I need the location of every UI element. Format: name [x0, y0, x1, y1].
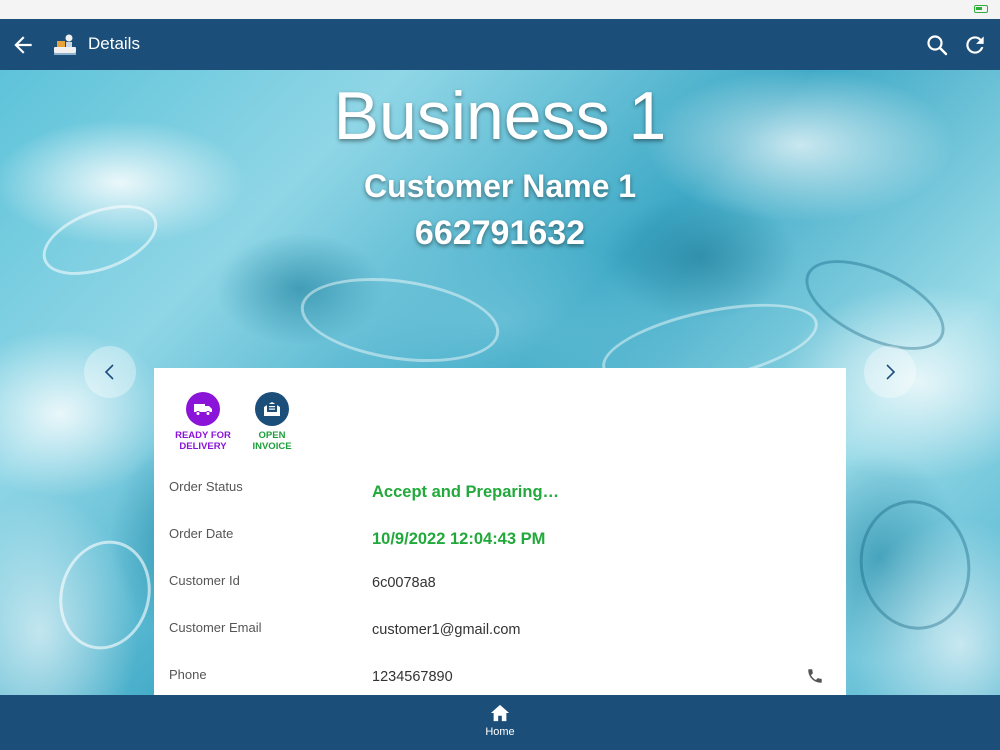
detail-row-order-date: Order Date 10/9/2022 12:04:43 PM: [154, 526, 846, 566]
page-title: Details: [88, 34, 140, 53]
search-icon[interactable]: [925, 33, 949, 57]
previous-button[interactable]: [84, 346, 136, 398]
invoice-icon: [255, 392, 289, 426]
truck-icon: [186, 392, 220, 426]
next-button[interactable]: [864, 346, 916, 398]
detail-key: Order Status: [169, 479, 243, 494]
bottom-navigation: Home: [0, 695, 1000, 750]
business-logo-icon: [54, 34, 76, 55]
detail-key: Customer Id: [169, 573, 240, 588]
detail-row-customer-email: Customer Email customer1@gmail.com: [154, 620, 846, 660]
detail-row-phone: Phone 1234567890: [154, 667, 846, 695]
home-icon: [490, 704, 510, 722]
home-tab[interactable]: Home: [470, 703, 530, 738]
customer-name: Customer Name 1: [363, 168, 637, 204]
order-details-card: READY FOR DELIVERY OPEN INVOICE Order Stat…: [154, 368, 846, 695]
chevron-right-icon: [886, 364, 896, 380]
ready-for-delivery-label: READY FOR DELIVERY: [175, 430, 231, 452]
detail-value: 10/9/2022 12:04:43 PM: [372, 530, 546, 548]
battery-icon: [974, 5, 988, 13]
refresh-icon[interactable]: [962, 32, 988, 58]
customer-number: 662791632: [414, 214, 586, 252]
detail-key: Phone: [169, 667, 207, 682]
open-invoice-label: OPEN INVOICE: [252, 430, 292, 452]
detail-row-customer-id: Customer Id 6c0078a8: [154, 573, 846, 613]
home-tab-label: Home: [485, 726, 515, 738]
detail-key: Customer Email: [169, 620, 262, 635]
detail-key: Order Date: [169, 526, 234, 541]
status-bar: [0, 0, 1000, 19]
detail-row-order-status: Order Status Accept and Preparing…: [154, 479, 846, 519]
open-invoice-button[interactable]: OPEN INVOICE: [232, 392, 312, 452]
ready-for-delivery-button[interactable]: READY FOR DELIVERY: [163, 392, 243, 452]
detail-value: Accept and Preparing…: [372, 483, 560, 501]
arrow-left-icon[interactable]: [10, 32, 36, 58]
business-name: Business 1: [333, 78, 667, 154]
detail-value: 1234567890: [372, 669, 453, 685]
chevron-left-icon: [104, 364, 114, 380]
detail-value: customer1@gmail.com: [372, 622, 521, 638]
detail-value: 6c0078a8: [372, 575, 436, 591]
app-bar: Details: [0, 19, 1000, 70]
phone-icon[interactable]: [806, 667, 824, 685]
